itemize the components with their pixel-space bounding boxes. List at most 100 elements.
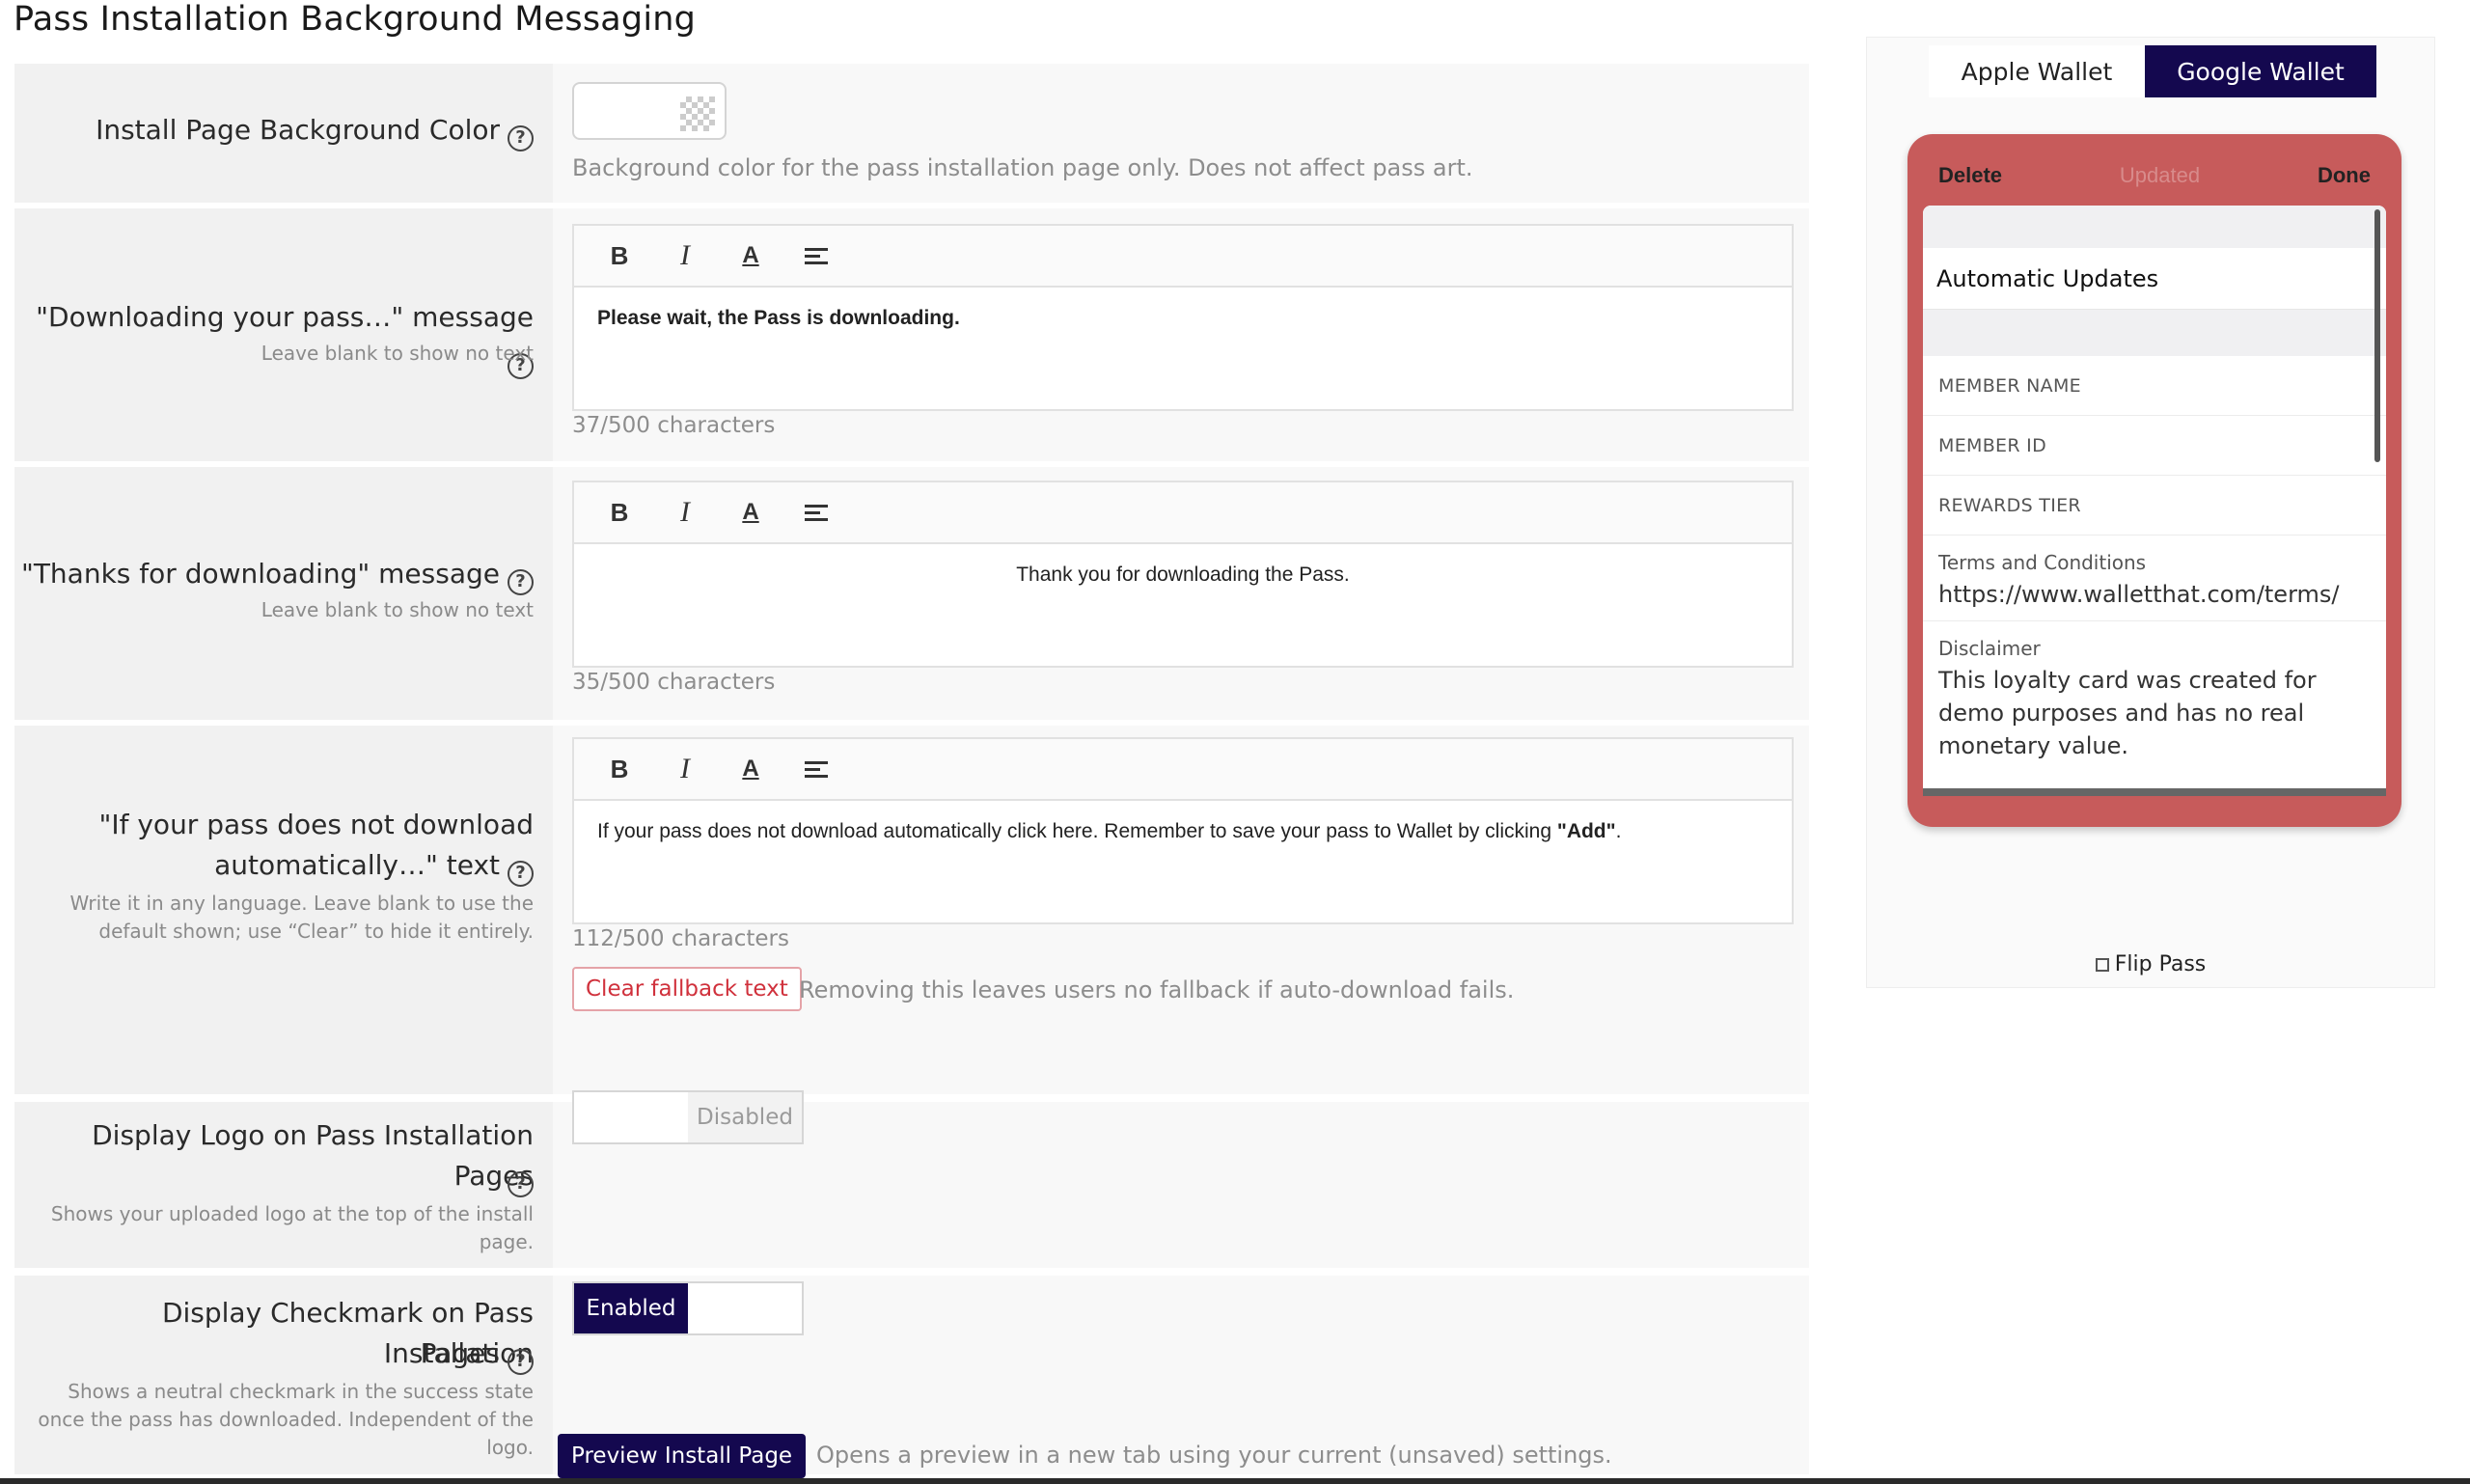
wallet-preview-panel: Apple Wallet Google Wallet Delete Update… [1866, 37, 2435, 988]
logo-help: ? [500, 1156, 534, 1197]
label-column: "Downloading your pass…" message? Leave … [14, 208, 553, 461]
align-icon[interactable] [794, 493, 838, 532]
fallback-editor[interactable]: B I A If your pass does not download aut… [572, 737, 1794, 924]
tab-apple-wallet[interactable]: Apple Wallet [1929, 45, 2145, 97]
clear-fallback-button[interactable]: Clear fallback text [572, 967, 802, 1011]
downloading-label-text: "Downloading your pass…" message [36, 301, 534, 333]
device-spacer [1923, 310, 2386, 356]
checkmark-label-line2: Pages [420, 1337, 500, 1369]
transparent-checker-icon [680, 96, 715, 131]
bold-icon[interactable]: B [597, 236, 642, 275]
fallback-sub-line2: default shown; use “Clear” to hide it en… [98, 920, 534, 943]
help-icon[interactable]: ? [508, 568, 534, 595]
bold-icon[interactable]: B [597, 493, 642, 532]
italic-icon[interactable]: I [663, 493, 707, 532]
fallback-label-line2: automatically…" text [214, 849, 500, 881]
preview-hint: Opens a preview in a new tab using your … [816, 1442, 1612, 1469]
fallback-text-end: . [1615, 820, 1622, 842]
logo-sub-line1: Shows your uploaded logo at the top of t… [50, 1202, 534, 1225]
fallback-label-line1: "If your pass does not download [98, 809, 534, 840]
fallback-text[interactable]: If your pass does not download automatic… [574, 801, 1792, 863]
checkmark-label: Pages? [421, 1333, 534, 1375]
field-member-id: MEMBER ID [1923, 416, 2386, 476]
label-column: Display Logo on Pass Installation Pages … [14, 1102, 553, 1268]
device-screen: Automatic Updates MEMBER NAME MEMBER ID … [1923, 206, 2386, 788]
text-color-icon[interactable]: A [728, 236, 773, 275]
thanks-editor[interactable]: B I A Thank you for downloading the Pass… [572, 481, 1794, 668]
label-column: "If your pass does not download automati… [14, 726, 553, 1094]
device-spacer [1923, 206, 2386, 248]
help-icon[interactable]: ? [508, 860, 534, 887]
bold-icon[interactable]: B [597, 750, 642, 788]
fallback-sub-line1: Write it in any language. Leave blank to… [69, 892, 534, 915]
editor-toolbar: B I A [574, 226, 1792, 288]
fallback-counter: 112/500 characters [572, 926, 789, 951]
downloading-counter: 37/500 characters [572, 413, 776, 438]
tab-google-wallet[interactable]: Google Wallet [2145, 45, 2376, 97]
downloading-sub: Leave blank to show no text [261, 342, 534, 365]
bottom-edge [0, 1478, 2470, 1484]
page-title: Pass Installation Background Messaging [14, 0, 697, 39]
checkmark-toggle[interactable]: Enabled [572, 1281, 804, 1335]
downloading-editor[interactable]: B I A Please wait, the Pass is downloadi… [572, 224, 1794, 411]
device-scrollbar[interactable] [2374, 209, 2380, 462]
flip-pass-label: Flip Pass [2114, 952, 2207, 976]
thanks-label: "Thanks for downloading" message? [21, 554, 534, 595]
fallback-text-bold: "Add" [1556, 820, 1616, 842]
thanks-counter: 35/500 characters [572, 670, 776, 695]
logo-label-line1: Display Logo on Pass Installation Pages [92, 1119, 534, 1192]
terms-link[interactable]: https://www.walletthat.com/terms/ [1938, 578, 2371, 611]
toggle-enabled-label: Enabled [574, 1283, 688, 1333]
fallback-label: automatically…" text? [214, 845, 534, 887]
flip-icon [2095, 958, 2109, 972]
editor-toolbar: B I A [574, 482, 1792, 544]
align-icon[interactable] [794, 750, 838, 788]
logo-toggle[interactable]: Disabled [572, 1090, 804, 1144]
pass-device-preview: Delete Updated Done Automatic Updates ME… [1907, 134, 2401, 827]
editor-toolbar: B I A [574, 739, 1792, 801]
wallet-tabs: Apple Wallet Google Wallet [1929, 45, 2376, 97]
device-updated: Updated [2119, 163, 2201, 187]
help-icon[interactable]: ? [508, 1348, 534, 1375]
italic-icon[interactable]: I [663, 750, 707, 788]
checkmark-sub-line3: logo. [486, 1436, 534, 1459]
disclaimer-block: Disclaimer This loyalty card was created… [1923, 621, 2386, 772]
italic-icon[interactable]: I [663, 236, 707, 275]
toggle-blank [574, 1092, 688, 1142]
preview-install-page-button[interactable]: Preview Install Page [558, 1434, 807, 1478]
help-icon[interactable]: ? [508, 1170, 534, 1197]
disclaimer-value: This loyalty card was created for demo p… [1938, 667, 2317, 759]
color-swatch[interactable] [572, 82, 727, 140]
fallback-text-main: If your pass does not download automatic… [597, 820, 1557, 842]
flip-pass-button[interactable]: Flip Pass [1867, 952, 2434, 976]
disclaimer-key: Disclaimer [1938, 637, 2041, 660]
downloading-text[interactable]: Please wait, the Pass is downloading. [574, 288, 1792, 349]
thanks-sub: Leave blank to show no text [261, 598, 534, 621]
row-logo: Display Logo on Pass Installation Pages … [14, 1102, 1809, 1268]
device-delete[interactable]: Delete [1938, 163, 2002, 188]
device-bottom-bar [1923, 788, 2386, 796]
clear-fallback-hint: Removing this leaves users no fallback i… [799, 976, 1515, 1003]
text-color-icon[interactable]: A [728, 493, 773, 532]
terms-key: Terms and Conditions [1938, 551, 2147, 574]
toggle-disabled-label: Disabled [688, 1092, 802, 1142]
field-member-name: MEMBER NAME [1923, 356, 2386, 416]
label-column: "Thanks for downloading" message? Leave … [14, 467, 553, 720]
align-icon[interactable] [794, 236, 838, 275]
automatic-updates[interactable]: Automatic Updates [1923, 248, 2386, 310]
label-column: Install Page Background Color? [14, 64, 553, 203]
text-color-icon[interactable]: A [728, 750, 773, 788]
checkmark-sub-line2: once the pass has downloaded. Independen… [38, 1408, 534, 1431]
thanks-label-text: "Thanks for downloading" message [20, 558, 500, 590]
help-icon[interactable]: ? [508, 124, 534, 151]
checkmark-sub-line1: Shows a neutral checkmark in the success… [68, 1380, 534, 1403]
bg-color-label-text: Install Page Background Color [96, 114, 500, 146]
label-column: Display Checkmark on Pass Installation P… [14, 1276, 553, 1474]
logo-sub-line2: page. [479, 1230, 534, 1253]
device-header: Delete Updated Done [1938, 163, 2371, 188]
thanks-text[interactable]: Thank you for downloading the Pass. [574, 544, 1792, 606]
device-done[interactable]: Done [2318, 163, 2371, 188]
field-column [553, 64, 1809, 203]
field-rewards-tier: REWARDS TIER [1923, 476, 2386, 536]
bg-color-label: Install Page Background Color? [96, 110, 534, 151]
